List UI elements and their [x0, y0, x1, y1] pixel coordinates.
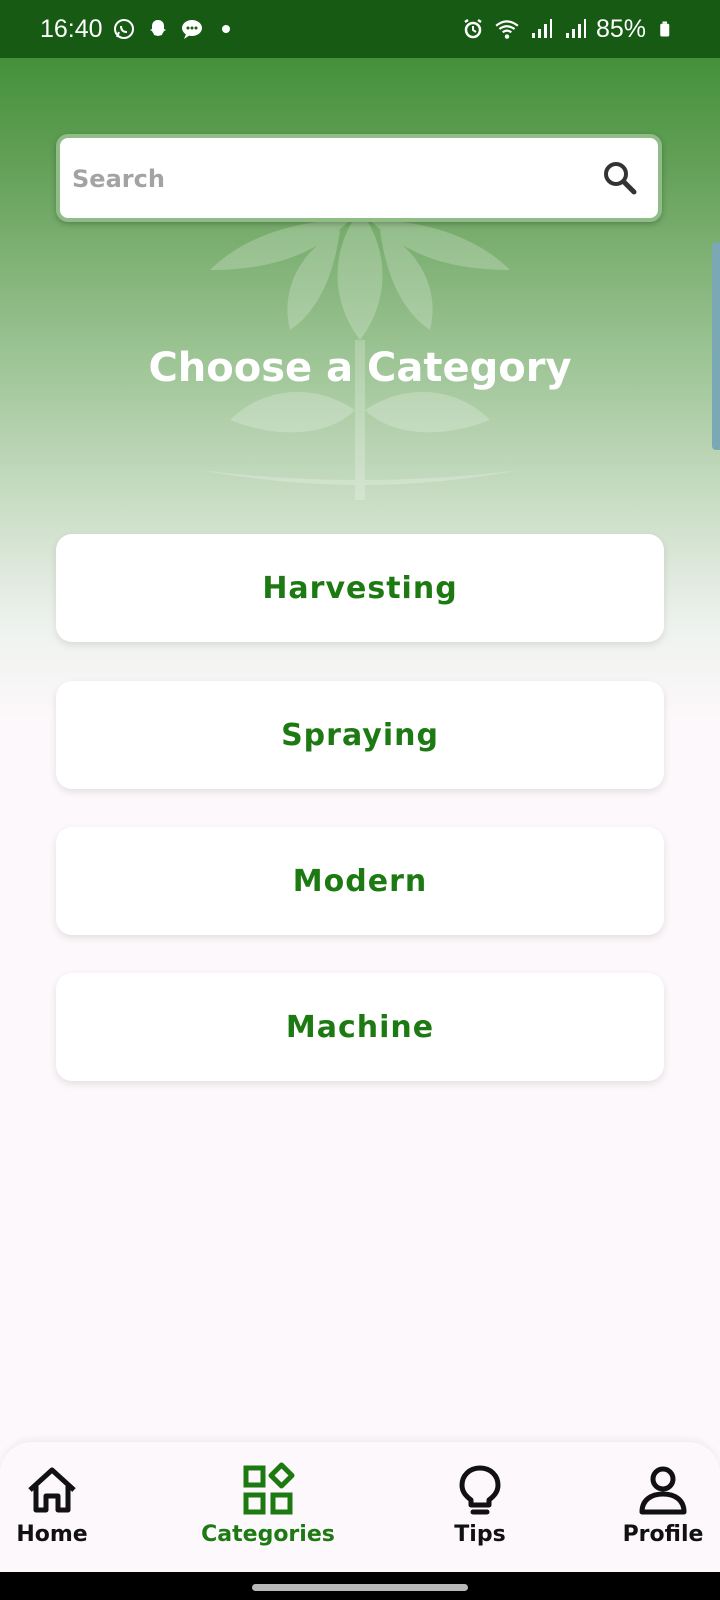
nav-home-label: Home: [16, 1522, 88, 1547]
search-icon[interactable]: [600, 158, 640, 198]
status-bar: 16:40 85%: [0, 0, 720, 58]
bottom-nav: Home Categories Tips Profile: [0, 1442, 720, 1572]
nav-tips-label: Tips: [454, 1522, 506, 1547]
category-modern-button[interactable]: Modern: [56, 827, 664, 935]
snapchat-icon: [145, 16, 171, 42]
signal-icon: [528, 16, 554, 42]
status-right: 85%: [460, 0, 680, 58]
scroll-handle[interactable]: [712, 242, 720, 450]
battery-level: 85%: [595, 14, 646, 43]
nav-categories-label: Categories: [201, 1522, 335, 1547]
home-icon: [28, 1467, 76, 1513]
wifi-icon: [494, 16, 520, 42]
nav-home[interactable]: Home: [12, 1462, 92, 1562]
message-icon: [179, 16, 205, 42]
category-machine-button[interactable]: Machine: [56, 973, 664, 1081]
nav-profile[interactable]: Profile: [618, 1462, 708, 1562]
nav-profile-label: Profile: [622, 1522, 704, 1547]
nav-tips[interactable]: Tips: [438, 1462, 522, 1562]
categories-icon: [243, 1462, 295, 1515]
search-box[interactable]: [56, 134, 662, 222]
category-spraying-button[interactable]: Spraying: [56, 681, 664, 789]
alarm-icon: [460, 16, 486, 42]
page-title: Choose a Category: [148, 345, 572, 391]
lightbulb-icon: [459, 1465, 501, 1515]
battery-icon: [654, 16, 680, 42]
dot-icon: [213, 16, 239, 42]
home-indicator[interactable]: [252, 1584, 468, 1591]
search-input[interactable]: [70, 148, 574, 210]
nav-categories[interactable]: Categories: [196, 1462, 340, 1562]
whatsapp-icon: [111, 16, 137, 42]
profile-icon: [639, 1466, 687, 1515]
signal-icon: [562, 16, 588, 42]
status-time: 16:40: [40, 14, 103, 43]
status-left: 16:40: [40, 0, 239, 58]
category-harvesting-button[interactable]: Harvesting: [56, 534, 664, 642]
